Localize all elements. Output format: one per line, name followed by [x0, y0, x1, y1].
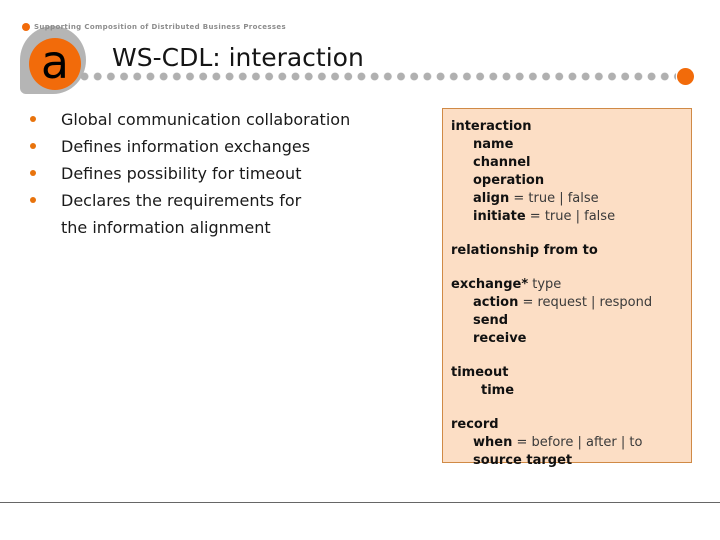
syntax-value: = request | respond: [518, 295, 653, 310]
syntax-line: interaction: [451, 118, 691, 136]
syntax-keyword: when: [473, 435, 513, 450]
list-item-label: Defines possibility for timeout: [61, 164, 302, 183]
tagline: Supporting Composition of Distributed Bu…: [22, 23, 286, 31]
syntax-keyword: receive: [473, 331, 527, 346]
dotted-divider-dots: [80, 71, 676, 81]
syntax-keyword: source target: [473, 453, 573, 468]
dotted-divider-end-dot-icon: [677, 67, 694, 85]
syntax-line: action = request | respond: [451, 294, 691, 312]
bullet-dot-icon: [30, 170, 36, 176]
footer-divider: [0, 502, 720, 503]
bullet-dot-icon: [30, 143, 36, 149]
list-item: Defines possibility for timeout: [30, 160, 422, 187]
slide-canvas: a Supporting Composition of Distributed …: [0, 0, 720, 540]
tagline-bullet-icon: [22, 23, 30, 31]
syntax-line: exchange* type: [451, 276, 691, 294]
syntax-line: align = true | false: [451, 190, 691, 208]
syntax-line: receive: [451, 330, 691, 348]
syntax-keyword: exchange*: [451, 277, 529, 292]
syntax-keyword: relationship from to: [451, 243, 598, 258]
bullet-dot-icon: [30, 197, 36, 203]
bullet-list: Global communication collaboration Define…: [30, 106, 422, 241]
syntax-value: type: [528, 277, 562, 292]
syntax-keyword: time: [481, 383, 515, 398]
list-item-label: Global communication collaboration: [61, 110, 351, 129]
interaction-syntax-lines: interaction name channel operation align = t…: [443, 109, 691, 470]
list-item: Global communication collaboration: [30, 106, 422, 133]
syntax-keyword: name: [473, 137, 514, 152]
interaction-syntax-panel: interaction name channel operation align = t…: [442, 108, 692, 468]
syntax-keyword: interaction: [451, 119, 532, 134]
syntax-line: record: [451, 416, 691, 434]
syntax-keyword: action: [473, 295, 519, 310]
syntax-line: operation: [451, 172, 691, 190]
syntax-keyword: operation: [473, 173, 545, 188]
syntax-value: = true | false: [525, 209, 616, 224]
syntax-keyword: send: [473, 313, 509, 328]
bullet-dot-icon: [30, 116, 36, 122]
dotted-divider: [80, 67, 694, 85]
list-item-continuation: the information alignment: [61, 218, 271, 237]
list-item: Declares the requirements for: [30, 187, 422, 214]
syntax-line: timeout: [451, 364, 691, 382]
tagline-text: Supporting Composition of Distributed Bu…: [34, 23, 287, 31]
logo-letter-a: a: [40, 34, 70, 89]
syntax-line: time: [451, 382, 691, 400]
syntax-line: channel: [451, 154, 691, 172]
list-item-label: Defines information exchanges: [61, 137, 311, 156]
syntax-keyword: align: [473, 191, 510, 206]
list-item: Defines information exchanges: [30, 133, 422, 160]
syntax-keyword: channel: [473, 155, 531, 170]
syntax-line: source target: [451, 452, 691, 470]
syntax-line: send: [451, 312, 691, 330]
syntax-value: = before | after | to: [512, 435, 643, 450]
syntax-line: relationship from to: [451, 242, 691, 260]
syntax-value: = true | false: [509, 191, 599, 206]
syntax-keyword: record: [451, 417, 499, 432]
list-item-label: Declares the requirements for: [61, 191, 302, 210]
syntax-keyword: timeout: [451, 365, 509, 380]
organization-logo: a: [16, 24, 92, 102]
syntax-line: initiate = true | false: [451, 208, 691, 226]
syntax-line: when = before | after | to: [451, 434, 691, 452]
syntax-keyword: initiate: [473, 209, 526, 224]
syntax-line: name: [451, 136, 691, 154]
